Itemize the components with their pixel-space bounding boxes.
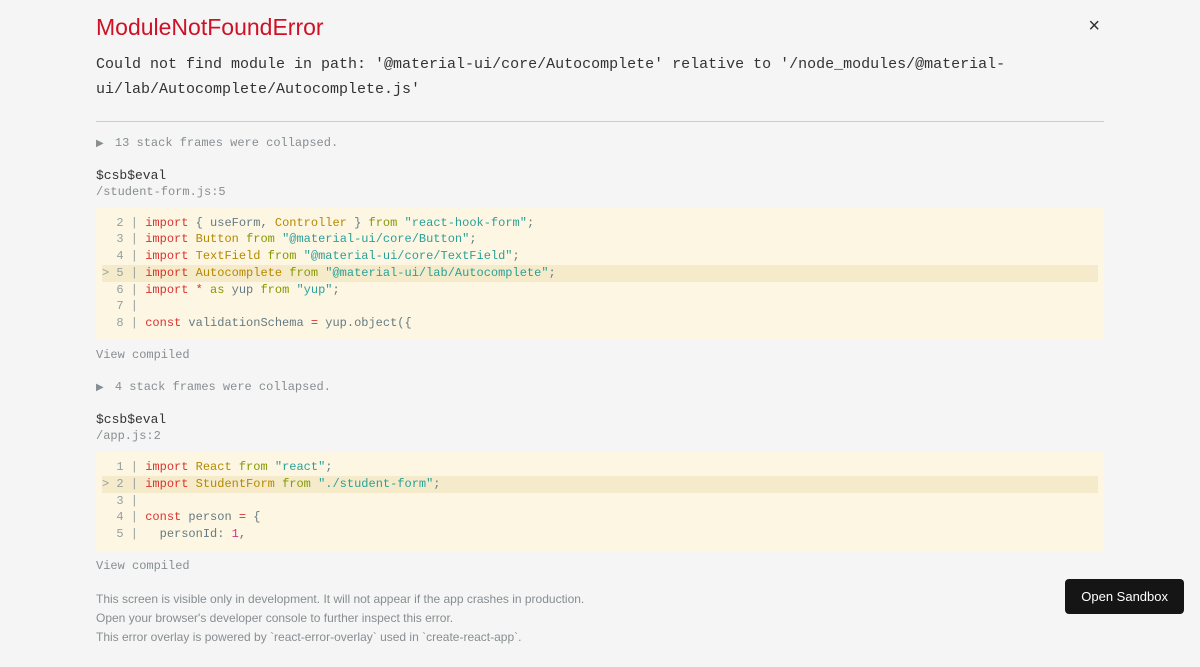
code-line: 3 |: [102, 493, 1098, 510]
open-sandbox-button[interactable]: Open Sandbox: [1065, 579, 1184, 614]
footer-line: This error overlay is powered by `react-…: [96, 629, 1104, 646]
header-row: ModuleNotFoundError ×: [96, 14, 1104, 53]
divider: [96, 121, 1104, 122]
code-line: 4 | import TextField from "@material-ui/…: [102, 248, 1098, 265]
error-title: ModuleNotFoundError: [96, 14, 324, 41]
frame-location: /student-form.js:5: [96, 185, 1104, 199]
code-line: 7 |: [102, 298, 1098, 315]
error-message: Could not find module in path: '@materia…: [96, 53, 1104, 103]
frame-function-name: $csb$eval: [96, 412, 1104, 427]
code-line: 4 | const person = {: [102, 509, 1098, 526]
view-compiled-link[interactable]: View compiled: [96, 559, 1104, 573]
code-line: > 2 | import StudentForm from "./student…: [102, 476, 1098, 493]
code-line: 1 | import React from "react";: [102, 459, 1098, 476]
expand-arrow-icon: ▶: [96, 383, 104, 394]
close-icon[interactable]: ×: [1084, 14, 1104, 38]
code-block: 2 | import { useForm, Controller } from …: [96, 207, 1104, 341]
code-line: 2 | import { useForm, Controller } from …: [102, 215, 1098, 232]
error-overlay: ModuleNotFoundError × Could not find mod…: [0, 0, 1200, 667]
code-line: > 5 | import Autocomplete from "@materia…: [102, 265, 1098, 282]
footer-line: Open your browser's developer console to…: [96, 610, 1104, 627]
collapsed-frames-toggle[interactable]: ▶ 13 stack frames were collapsed.: [96, 136, 1104, 150]
frame-location: /app.js:2: [96, 429, 1104, 443]
expand-arrow-icon: ▶: [96, 139, 104, 150]
footer-notes: This screen is visible only in developme…: [96, 591, 1104, 645]
view-compiled-link[interactable]: View compiled: [96, 348, 1104, 362]
code-line: 3 | import Button from "@material-ui/cor…: [102, 231, 1098, 248]
code-line: 8 | const validationSchema = yup.object(…: [102, 315, 1098, 332]
code-line: 5 | personId: 1,: [102, 526, 1098, 543]
footer-line: This screen is visible only in developme…: [96, 591, 1104, 608]
code-line: 6 | import * as yup from "yup";: [102, 282, 1098, 299]
code-block: 1 | import React from "react";> 2 | impo…: [96, 451, 1104, 551]
collapsed-frames-toggle[interactable]: ▶ 4 stack frames were collapsed.: [96, 380, 1104, 394]
frame-function-name: $csb$eval: [96, 168, 1104, 183]
